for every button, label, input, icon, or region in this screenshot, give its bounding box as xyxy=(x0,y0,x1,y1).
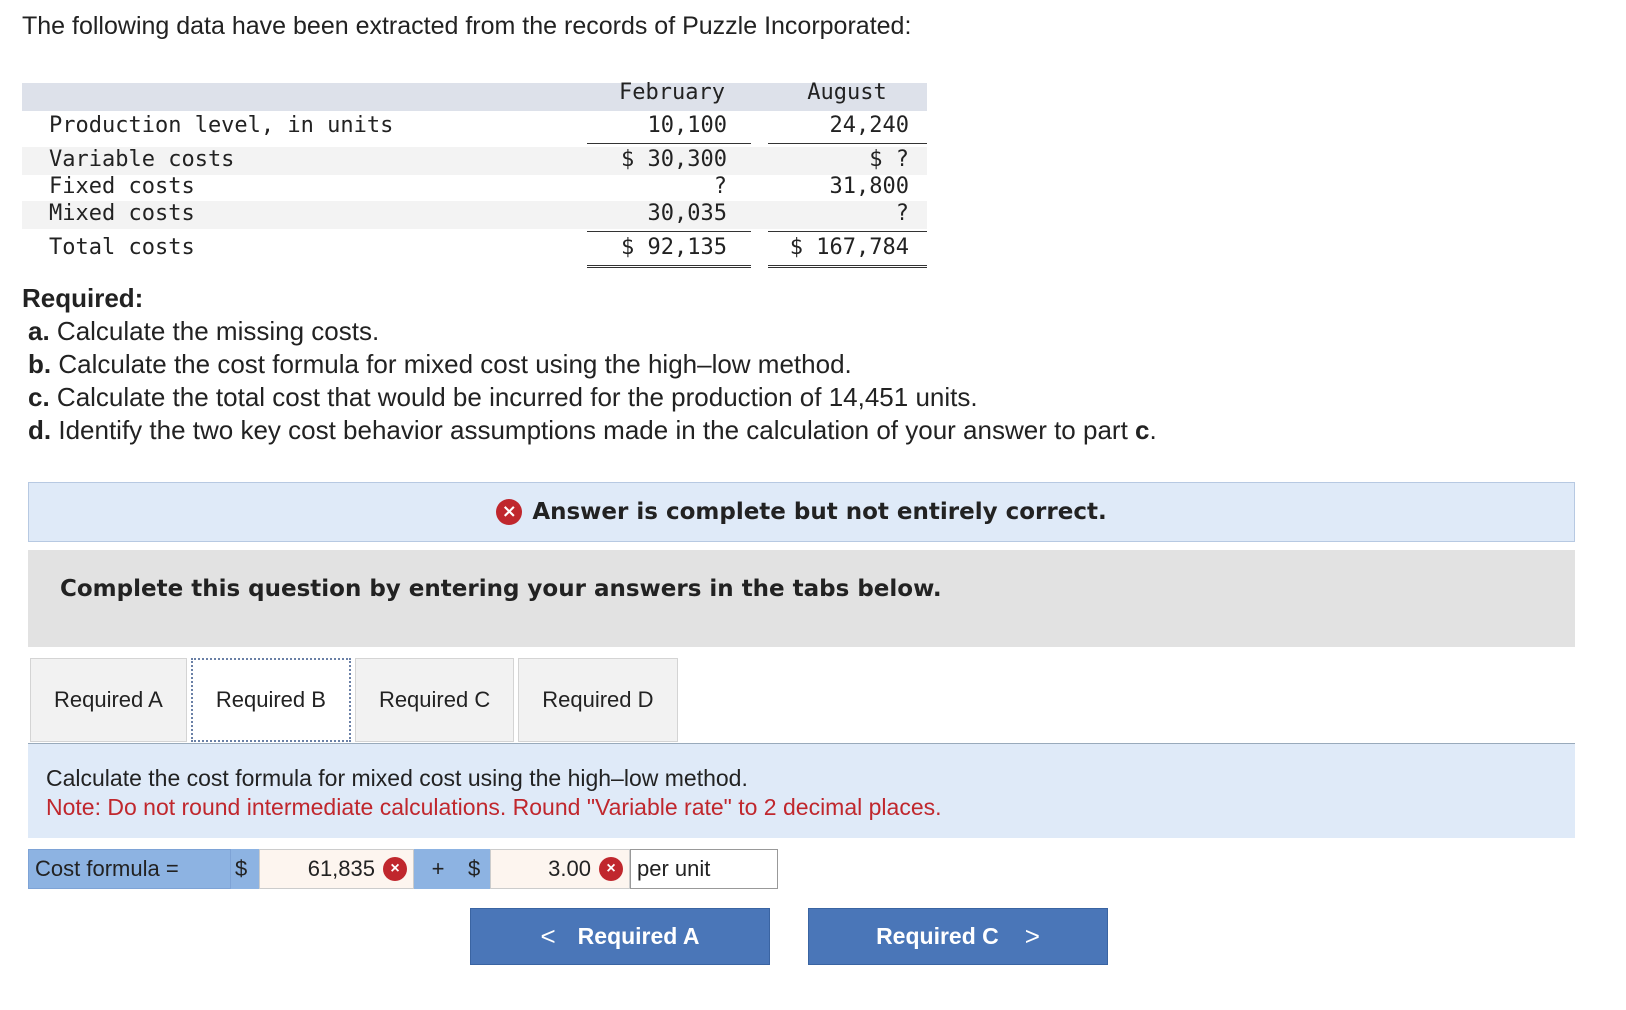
double-rule xyxy=(587,265,751,268)
prev-required-a-button[interactable]: < Required A xyxy=(470,908,770,965)
panel-note: Note: Do not round intermediate calculat… xyxy=(46,794,942,820)
cost-formula-label: Cost formula = xyxy=(28,849,231,889)
instruction-box: Complete this question by entering your … xyxy=(28,550,1575,647)
item-text: Calculate the total cost that would be i… xyxy=(56,382,978,412)
table-row: Total costs $ 92,135 $ 167,784 xyxy=(22,235,927,263)
tab-required-d[interactable]: Required D xyxy=(518,658,678,742)
incorrect-x-icon: × xyxy=(599,857,623,881)
feedback-text: Answer is complete but not entirely corr… xyxy=(532,499,1107,525)
variable-rate-value: 3.00 xyxy=(548,856,591,881)
tab-required-a[interactable]: Required A xyxy=(30,658,187,742)
feb-value: ? xyxy=(713,174,727,199)
rule xyxy=(768,231,927,232)
row-label: Mixed costs xyxy=(49,201,195,226)
item-text: Calculate the missing costs. xyxy=(56,316,380,346)
fixed-cost-input[interactable]: 61,835 × xyxy=(259,849,414,889)
plus-text: + xyxy=(431,856,445,881)
prev-button-label: Required A xyxy=(577,923,700,949)
table-row: Mixed costs 30,035 ? xyxy=(22,201,927,229)
item-text: Identify the two key cost behavior assum… xyxy=(58,415,1136,445)
row-label: Production level, in units xyxy=(49,113,394,138)
feb-value: $ 30,300 xyxy=(621,147,727,172)
next-required-c-button[interactable]: Required C > xyxy=(808,908,1108,965)
row-label: Fixed costs xyxy=(49,174,195,199)
dollar-sign: $ xyxy=(231,849,259,889)
item-letter: b. xyxy=(28,349,52,379)
aug-value: $ 167,784 xyxy=(789,235,909,260)
feb-value: $ 92,135 xyxy=(621,235,727,260)
aug-value: 31,800 xyxy=(829,174,909,199)
plus-sign: + xyxy=(414,849,462,889)
required-list: Required: a. Calculate the missing costs… xyxy=(22,282,1157,447)
chevron-right-icon: > xyxy=(1024,921,1040,951)
required-item-d: d. Identify the two key cost behavior as… xyxy=(22,414,1157,447)
item-letter: d. xyxy=(28,415,52,445)
required-item-c: c. Calculate the total cost that would b… xyxy=(22,381,1157,414)
item-letter: a. xyxy=(28,316,50,346)
aug-value: $ ? xyxy=(869,147,909,172)
double-rule xyxy=(768,265,927,268)
required-item-a: a. Calculate the missing costs. xyxy=(22,315,1157,348)
dollar-text: $ xyxy=(235,856,248,881)
error-x-icon: × xyxy=(496,499,523,525)
item-text-end: . xyxy=(1149,415,1157,445)
instruction-text: Complete this question by entering your … xyxy=(60,576,942,602)
required-heading: Required: xyxy=(22,283,144,313)
feb-value: 30,035 xyxy=(647,201,727,226)
header-august: August xyxy=(807,80,887,105)
table-header-row: February August xyxy=(22,80,927,111)
rule xyxy=(768,143,927,144)
rule xyxy=(587,231,751,232)
dollar-sign: $ xyxy=(462,849,490,889)
item-letter: c. xyxy=(28,382,50,412)
feb-value: 10,100 xyxy=(647,113,727,138)
answer-tabs: Required A Required B Required C Require… xyxy=(30,658,682,744)
cost-formula-row: Cost formula = $ 61,835 × + $ 3.00 × per… xyxy=(28,849,778,889)
chevron-left-icon: < xyxy=(540,921,556,951)
item-text: Calculate the cost formula for mixed cos… xyxy=(58,349,852,379)
item-part-ref: c xyxy=(1135,415,1150,445)
intro-text: The following data have been extracted f… xyxy=(22,12,912,40)
question-panel: Calculate the cost formula for mixed cos… xyxy=(28,744,1575,838)
incorrect-x-icon: × xyxy=(383,857,407,881)
variable-rate-input[interactable]: 3.00 × xyxy=(490,849,630,889)
per-unit-label: per unit xyxy=(630,849,778,889)
row-label: Variable costs xyxy=(49,147,235,172)
header-february: February xyxy=(619,80,725,105)
tab-required-b[interactable]: Required B xyxy=(190,658,351,742)
feedback-banner: × Answer is complete but not entirely co… xyxy=(28,482,1575,542)
required-item-b: b. Calculate the cost formula for mixed … xyxy=(22,348,1157,381)
next-button-label: Required C xyxy=(876,923,999,949)
tab-required-c[interactable]: Required C xyxy=(354,658,515,742)
table-row: Production level, in units 10,100 24,240 xyxy=(22,113,927,141)
table-row: Variable costs $ 30,300 $ ? xyxy=(22,147,927,175)
per-unit-text: per unit xyxy=(637,856,711,881)
aug-value: ? xyxy=(895,201,909,226)
rule xyxy=(587,143,751,144)
table-row: Fixed costs ? 31,800 xyxy=(22,174,927,202)
row-label: Total costs xyxy=(49,235,195,260)
aug-value: 24,240 xyxy=(829,113,909,138)
panel-text: Calculate the cost formula for mixed cos… xyxy=(46,765,748,791)
fixed-cost-value: 61,835 xyxy=(307,856,375,881)
label-text: Cost formula = xyxy=(35,856,179,881)
dollar-text: $ xyxy=(468,856,481,881)
